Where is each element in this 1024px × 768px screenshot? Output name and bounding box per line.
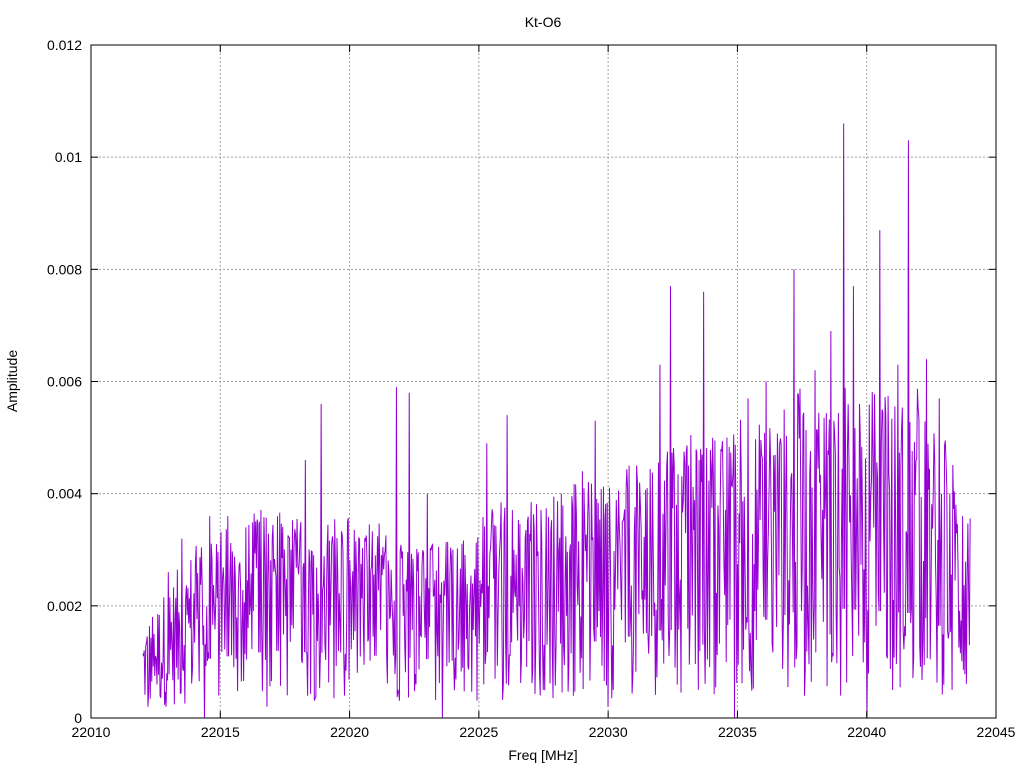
y-tick-label: 0.012: [47, 37, 82, 53]
x-tick-label: 22045: [977, 724, 1016, 740]
y-tick-label: 0.006: [47, 374, 82, 390]
spectrum-chart: 22010 22015 22020 22025 22030 22035 22040 22045…: [0, 0, 1024, 768]
y-tick-label: 0.002: [47, 598, 82, 614]
x-tick-label: 22030: [589, 724, 628, 740]
y-tick-label: 0.01: [55, 149, 82, 165]
chart-title: Kt-O6: [525, 14, 562, 30]
x-tick-label: 22010: [72, 724, 111, 740]
x-tick-label: 22040: [847, 724, 886, 740]
x-tick-label: 22015: [201, 724, 240, 740]
x-tick-label: 22025: [459, 724, 498, 740]
y-tick-label: 0.004: [47, 486, 82, 502]
y-axis-label: Amplitude: [4, 350, 20, 412]
y-tick-label: 0.008: [47, 261, 82, 277]
x-tick-label: 22035: [718, 724, 757, 740]
y-tick-label: 0: [74, 710, 82, 726]
x-axis-label: Freq [MHz]: [508, 747, 577, 763]
x-tick-label: 22020: [330, 724, 369, 740]
